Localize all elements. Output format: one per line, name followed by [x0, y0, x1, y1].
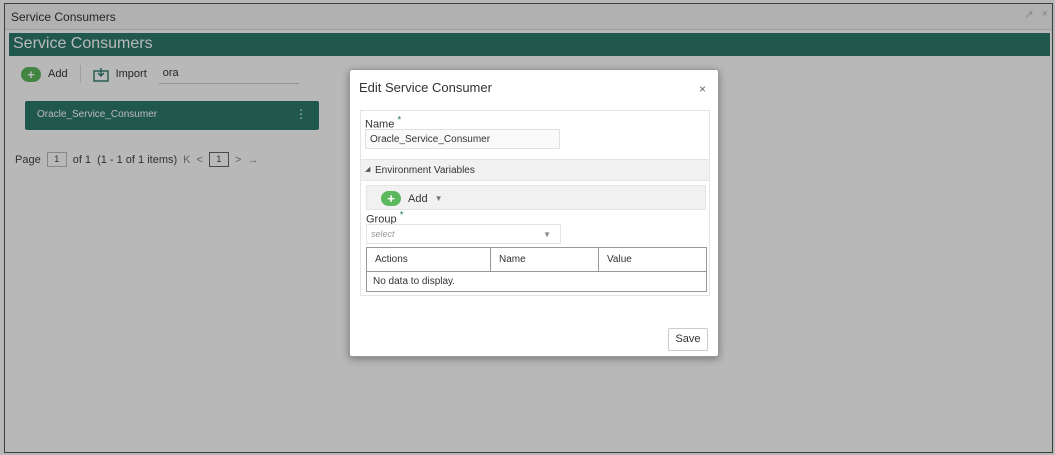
chevron-down-icon: ▼	[543, 230, 551, 239]
save-button[interactable]: Save	[668, 328, 708, 351]
dialog-body: Name * Oracle_Service_Consumer ◢ Environ…	[360, 110, 710, 296]
collapse-triangle-icon: ◢	[365, 166, 371, 173]
required-marker: *	[399, 210, 404, 221]
edit-service-consumer-dialog: Edit Service Consumer × Name * Oracle_Se…	[349, 69, 719, 357]
close-icon[interactable]: ×	[699, 82, 706, 96]
environment-variables-label: Environment Variables	[375, 165, 475, 176]
plus-icon: +	[381, 191, 401, 206]
name-field[interactable]: Oracle_Service_Consumer	[365, 129, 560, 149]
table-header-row: Actions Name Value	[366, 247, 707, 272]
environment-variables-header[interactable]: ◢ Environment Variables	[361, 159, 709, 181]
chevron-down-icon: ▼	[434, 194, 443, 203]
add-variable-label: Add	[408, 192, 428, 205]
column-header-name[interactable]: Name	[490, 247, 599, 272]
table-row: No data to display.	[366, 271, 707, 292]
dialog-title: Edit Service Consumer	[359, 80, 492, 95]
group-select[interactable]: select ▼	[366, 224, 561, 244]
empty-table-message: No data to display.	[366, 271, 707, 292]
env-variables-table: Actions Name Value No data to display.	[366, 247, 707, 292]
add-variable-button[interactable]: + Add ▼	[381, 191, 443, 206]
group-placeholder: select	[371, 229, 395, 239]
env-toolbar: + Add ▼	[366, 185, 706, 210]
column-header-value[interactable]: Value	[598, 247, 707, 272]
required-marker: *	[397, 115, 402, 126]
column-header-actions[interactable]: Actions	[366, 247, 491, 272]
